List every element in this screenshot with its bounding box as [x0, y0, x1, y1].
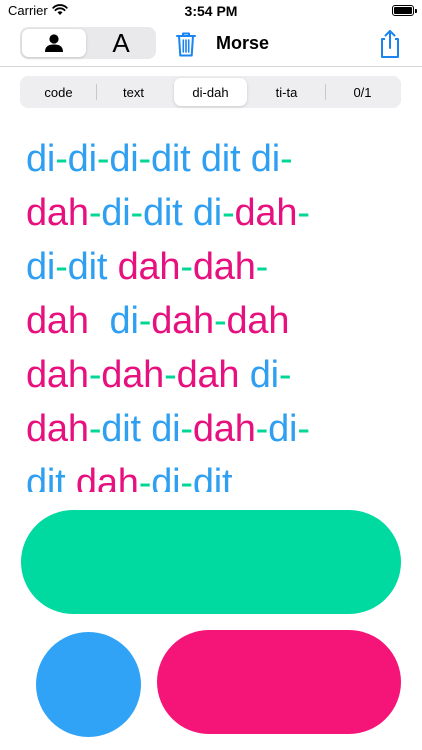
dah-token: dah [226, 300, 290, 342]
tab-text-label: text [123, 84, 144, 100]
morse-output: di-di-di-dit dit di- dah-di-dit di-dah- … [0, 130, 422, 492]
mode-segmented-control: A [20, 27, 156, 59]
format-segmented-control: code text di-dah ti-ta 0/1 [20, 76, 401, 108]
text-mode-label: A [112, 27, 130, 58]
di-token: di [109, 138, 139, 180]
morse-line: di-dit dah-dah- [26, 240, 268, 294]
dah-token: dah [26, 408, 89, 450]
battery-icon [392, 5, 417, 16]
separator-token: - [55, 138, 68, 180]
person-mode-button[interactable] [22, 29, 86, 57]
di-token: di [26, 138, 56, 180]
morse-line: dah-di-dit di-dah- [26, 186, 310, 240]
tab-ti-ta-label: ti-ta [275, 84, 298, 100]
morse-line: dah-dah-dah di- [26, 348, 292, 402]
separator-token: - [96, 138, 110, 180]
separator-token: - [88, 408, 102, 450]
di-token: dit [192, 462, 233, 492]
separator-token: - [180, 462, 193, 492]
separator-token: - [297, 192, 310, 234]
status-bar: Carrier 3:54 PM [0, 0, 422, 22]
share-icon[interactable] [376, 28, 404, 60]
dah-token: dah [176, 354, 240, 396]
tab-code[interactable]: code [22, 78, 95, 106]
dah-token: dah [151, 300, 214, 342]
person-icon [45, 34, 63, 52]
dah-token: dah [26, 354, 89, 396]
di-token: di [249, 354, 279, 396]
dah-token: dah [101, 354, 165, 396]
separator-token: - [278, 354, 292, 396]
di-token: di [268, 408, 298, 450]
di-token: dit [142, 192, 183, 234]
di-token: di [67, 138, 97, 180]
text-mode-button[interactable]: A [88, 27, 154, 58]
morse-line: dah-dit di-dah-di- [26, 402, 310, 456]
separator-token: - [297, 408, 310, 450]
separator-token: - [88, 192, 102, 234]
separator-token: - [138, 300, 152, 342]
di-token: dit [150, 138, 191, 180]
di-token: di [101, 192, 131, 234]
separator-token: - [255, 246, 269, 288]
dah-token: dah [75, 462, 139, 492]
di-token: di [109, 300, 139, 342]
navigation-bar: A Morse [0, 22, 422, 67]
separator-token: - [222, 192, 235, 234]
di-token: di [192, 192, 223, 234]
dah-token: dah [192, 408, 256, 450]
separator-token: - [255, 408, 269, 450]
dah-token: dah [117, 246, 181, 288]
di-token: dit [200, 138, 241, 180]
tab-text[interactable]: text [97, 78, 170, 106]
di-token: di [151, 408, 181, 450]
tab-binary-label: 0/1 [353, 84, 372, 100]
separator-token: - [180, 246, 193, 288]
dah-token: dah [234, 192, 298, 234]
trash-icon[interactable] [174, 30, 198, 58]
separator-token: - [214, 300, 227, 342]
separator-token: - [55, 246, 68, 288]
dash-key-button[interactable] [157, 630, 401, 734]
morse-line: dit dah-di-dit [26, 456, 233, 492]
separator-token: - [164, 354, 177, 396]
dah-token: dah [26, 300, 89, 342]
separator-token: - [130, 192, 143, 234]
tab-code-label: code [44, 84, 73, 100]
space-key-button[interactable] [21, 510, 401, 614]
morse-line: dah di-dah-dah [26, 294, 289, 348]
status-time: 3:54 PM [184, 3, 238, 19]
di-token: dit [26, 462, 66, 492]
tab-di-dah[interactable]: di-dah [174, 78, 247, 106]
separator-token: - [138, 138, 152, 180]
di-token: di [26, 246, 56, 288]
dah-token: dah [192, 246, 256, 288]
di-token: dit [67, 246, 108, 288]
dot-key-button[interactable] [36, 632, 141, 737]
tab-binary[interactable]: 0/1 [326, 78, 399, 106]
separator-token: - [138, 462, 152, 492]
separator-token: - [279, 138, 293, 180]
dah-token: dah [26, 192, 89, 234]
page-title: Morse [216, 33, 270, 53]
tab-ti-ta[interactable]: ti-ta [250, 78, 323, 106]
di-token: dit [101, 408, 141, 450]
tab-di-dah-label: di-dah [192, 84, 229, 100]
separator-token: - [88, 354, 102, 396]
di-token: di [151, 462, 181, 492]
separator-token: - [180, 408, 193, 450]
di-token: di [250, 138, 280, 180]
morse-line: di-di-di-dit dit di- [26, 132, 293, 186]
